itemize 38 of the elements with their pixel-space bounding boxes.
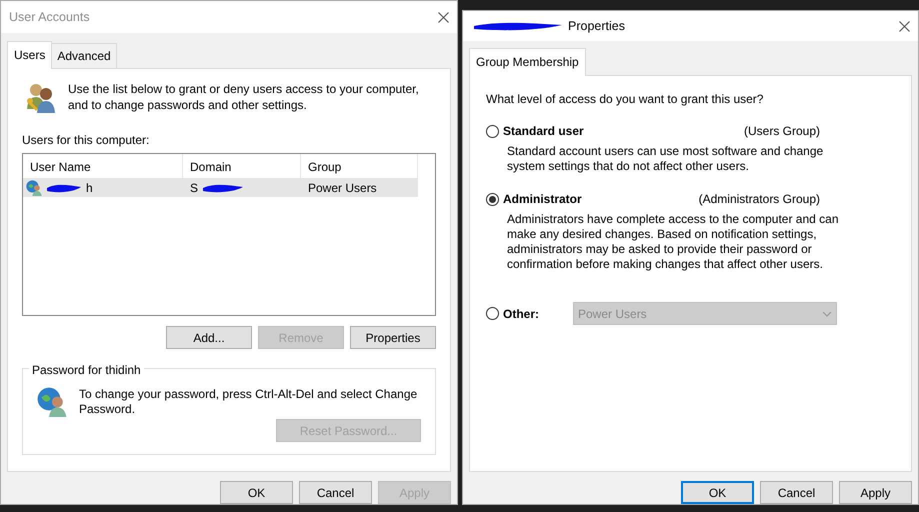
users-icon xyxy=(24,81,56,113)
table-cell-text: S xyxy=(190,180,198,196)
button[interactable]: OK xyxy=(220,481,293,504)
button[interactable]: Cancel xyxy=(299,481,372,504)
close-icon[interactable] xyxy=(438,12,449,22)
option-description: Standard account users can use most software and change system settings that do not affect other users. xyxy=(507,144,824,174)
button[interactable]: Cancel xyxy=(760,481,833,504)
list-row[interactable]: h S Power Users xyxy=(23,178,418,197)
user-globe-icon xyxy=(37,387,67,417)
table-cell-text: h xyxy=(86,180,93,196)
chevron-down-icon xyxy=(822,310,832,316)
button[interactable]: Add... xyxy=(166,326,252,349)
button[interactable]: Properties xyxy=(350,326,436,349)
button[interactable]: OK xyxy=(681,481,754,504)
user-globe-icon xyxy=(26,180,42,196)
group-name: (Administrators Group) xyxy=(698,191,820,208)
table-cell-text: Power Users xyxy=(308,180,377,196)
list-label: Users for this computer: xyxy=(22,132,150,149)
radio-button[interactable] xyxy=(486,124,499,138)
option-description: Administrators have complete access to the computer and can make any desired changes. Based on notification settings, administrators may be asked to provide their password or confirmation before making changes that affect other users. xyxy=(507,212,840,272)
tab[interactable]: Users xyxy=(7,41,52,69)
window-title: Properties xyxy=(568,18,625,35)
button[interactable]: Apply xyxy=(839,481,912,504)
question-text: What level of access do you want to grant this user? xyxy=(486,91,764,108)
tab[interactable]: Advanced xyxy=(51,43,117,68)
close-icon[interactable] xyxy=(899,20,910,32)
group-name: (Users Group) xyxy=(744,123,820,140)
radio-button[interactable] xyxy=(486,192,499,206)
window-title: User Accounts xyxy=(9,8,90,26)
instruction-text: Use the list below to grant or deny users access to your computer, and to change passwords and other settings. xyxy=(68,81,420,113)
dropdown-value: Power Users xyxy=(578,306,647,322)
radio-label[interactable]: Other: xyxy=(503,304,569,322)
radio-button[interactable] xyxy=(486,307,499,320)
user-list[interactable]: User Name Domain Group h S Power Users xyxy=(22,153,436,316)
password-instruction: To change your password, press Ctrl-Alt-Del and select Change Password. xyxy=(79,387,418,417)
radio-label[interactable]: Standard user xyxy=(503,122,740,140)
tab[interactable]: Group Membership xyxy=(469,48,586,76)
radio-label[interactable]: Administrator xyxy=(503,190,695,208)
